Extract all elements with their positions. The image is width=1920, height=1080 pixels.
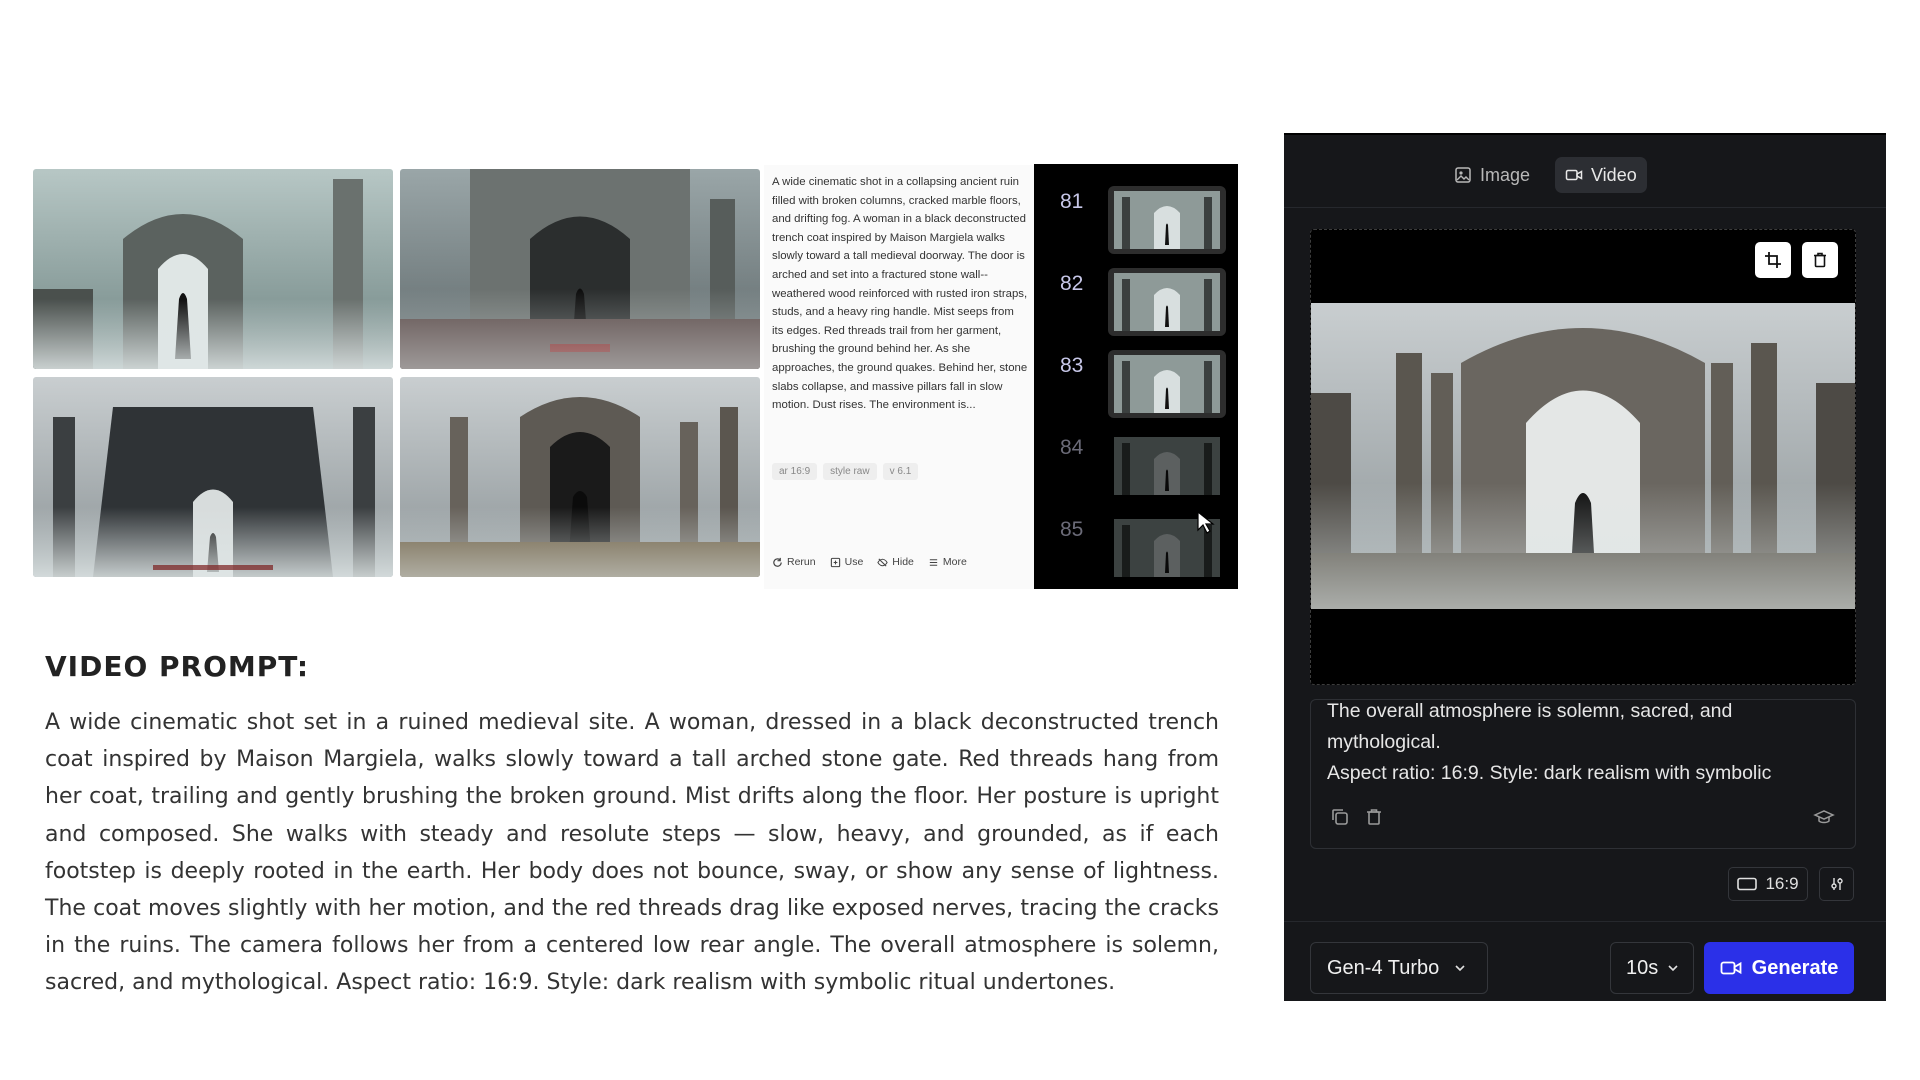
model-select[interactable]: Gen-4 Turbo: [1310, 942, 1488, 994]
video-camera-icon: [1720, 961, 1742, 975]
copy-icon[interactable]: [1329, 806, 1351, 828]
strip-number: 85: [1060, 518, 1084, 541]
prompt-tags: ar 16:9 style raw v 6.1: [772, 463, 919, 480]
ruin-image-2[interactable]: [400, 169, 760, 369]
aspect-ratio-button[interactable]: 16:9: [1728, 867, 1808, 901]
strip-thumbnail[interactable]: [1108, 268, 1226, 336]
ruin-image-1[interactable]: [33, 169, 393, 369]
video-camera-icon: [1565, 169, 1583, 181]
strip-item-84[interactable]: 84: [1034, 422, 1238, 498]
image-icon: [1455, 167, 1471, 183]
video-prompt-heading: VIDEO PROMPT:: [45, 650, 310, 683]
rerun-label: Rerun: [787, 556, 816, 568]
generation-panel: Image Video The overall atmosphere is so…: [1284, 133, 1886, 1001]
ruin-image-3[interactable]: [33, 377, 393, 577]
more-label: More: [942, 556, 967, 568]
refresh-icon: [773, 557, 782, 567]
strip-number: 81: [1060, 190, 1084, 213]
mode-tabs: Image Video: [1284, 135, 1886, 208]
tag-style[interactable]: style raw: [823, 463, 877, 480]
strip-number: 84: [1060, 436, 1084, 459]
tag-aspect-ratio[interactable]: ar 16:9: [772, 463, 818, 480]
trash-icon: [1814, 252, 1826, 268]
video-prompt-body: A wide cinematic shot set in a ruined me…: [45, 710, 1219, 996]
aspect-ratio-icon: [1737, 877, 1758, 891]
tag-version[interactable]: v 6.1: [882, 463, 919, 480]
crop-icon: [1765, 252, 1781, 268]
strip-number: 83: [1060, 354, 1084, 377]
input-image: [1311, 303, 1855, 609]
chevron-down-icon: [1668, 965, 1678, 972]
use-icon: [830, 557, 840, 567]
strip-number: 82: [1060, 272, 1084, 295]
generate-bar: Gen-4 Turbo 10s Generate: [1284, 921, 1886, 1002]
ruin-image-4[interactable]: [400, 377, 760, 577]
eye-off-icon: [877, 557, 888, 567]
generate-label: Generate: [1751, 956, 1839, 979]
aspect-ratio-value: 16:9: [1765, 874, 1799, 893]
prompt-actions: Rerun Use Hide More: [772, 556, 967, 568]
mouse-cursor-icon: [1197, 510, 1215, 534]
duration-select[interactable]: 10s: [1610, 942, 1694, 994]
duration-select-value: 10s: [1626, 956, 1659, 979]
more-button[interactable]: More: [928, 556, 967, 568]
use-button[interactable]: Use: [830, 556, 864, 568]
prompt-card: A wide cinematic shot in a collapsing an…: [764, 165, 1034, 589]
tab-image-label: Image: [1480, 164, 1531, 185]
use-label: Use: [844, 556, 864, 568]
tab-image[interactable]: Image: [1444, 157, 1540, 193]
hide-label: Hide: [892, 556, 914, 568]
strip-thumbnail[interactable]: [1108, 186, 1226, 254]
strip-item-83[interactable]: 83: [1034, 340, 1238, 418]
prompt-card-text: A wide cinematic shot in a collapsing an…: [772, 176, 1028, 412]
crop-button[interactable]: [1755, 242, 1791, 278]
strip-item-82[interactable]: 82: [1034, 258, 1238, 336]
prompt-textarea-value[interactable]: The overall atmosphere is solemn, sacred…: [1327, 700, 1847, 789]
delete-image-button[interactable]: [1802, 242, 1838, 278]
model-select-value: Gen-4 Turbo: [1327, 956, 1440, 979]
tab-video[interactable]: Video: [1555, 157, 1647, 193]
rerun-button[interactable]: Rerun: [772, 556, 816, 568]
generate-button[interactable]: Generate: [1704, 942, 1854, 994]
hide-button[interactable]: Hide: [877, 556, 914, 568]
strip-thumbnail[interactable]: [1108, 432, 1226, 500]
sliders-icon: [1830, 878, 1843, 890]
prompt-textarea[interactable]: The overall atmosphere is solemn, sacred…: [1310, 699, 1856, 849]
chevron-down-icon: [1455, 965, 1465, 972]
input-image-frame[interactable]: [1310, 229, 1856, 685]
settings-button[interactable]: [1819, 867, 1854, 901]
strip-item-81[interactable]: 81: [1034, 176, 1238, 254]
tab-video-label: Video: [1591, 164, 1637, 185]
menu-icon: [929, 558, 938, 566]
trash-icon[interactable]: [1363, 806, 1385, 828]
strip-thumbnail[interactable]: [1108, 350, 1226, 418]
graduation-cap-icon[interactable]: [1813, 806, 1835, 828]
